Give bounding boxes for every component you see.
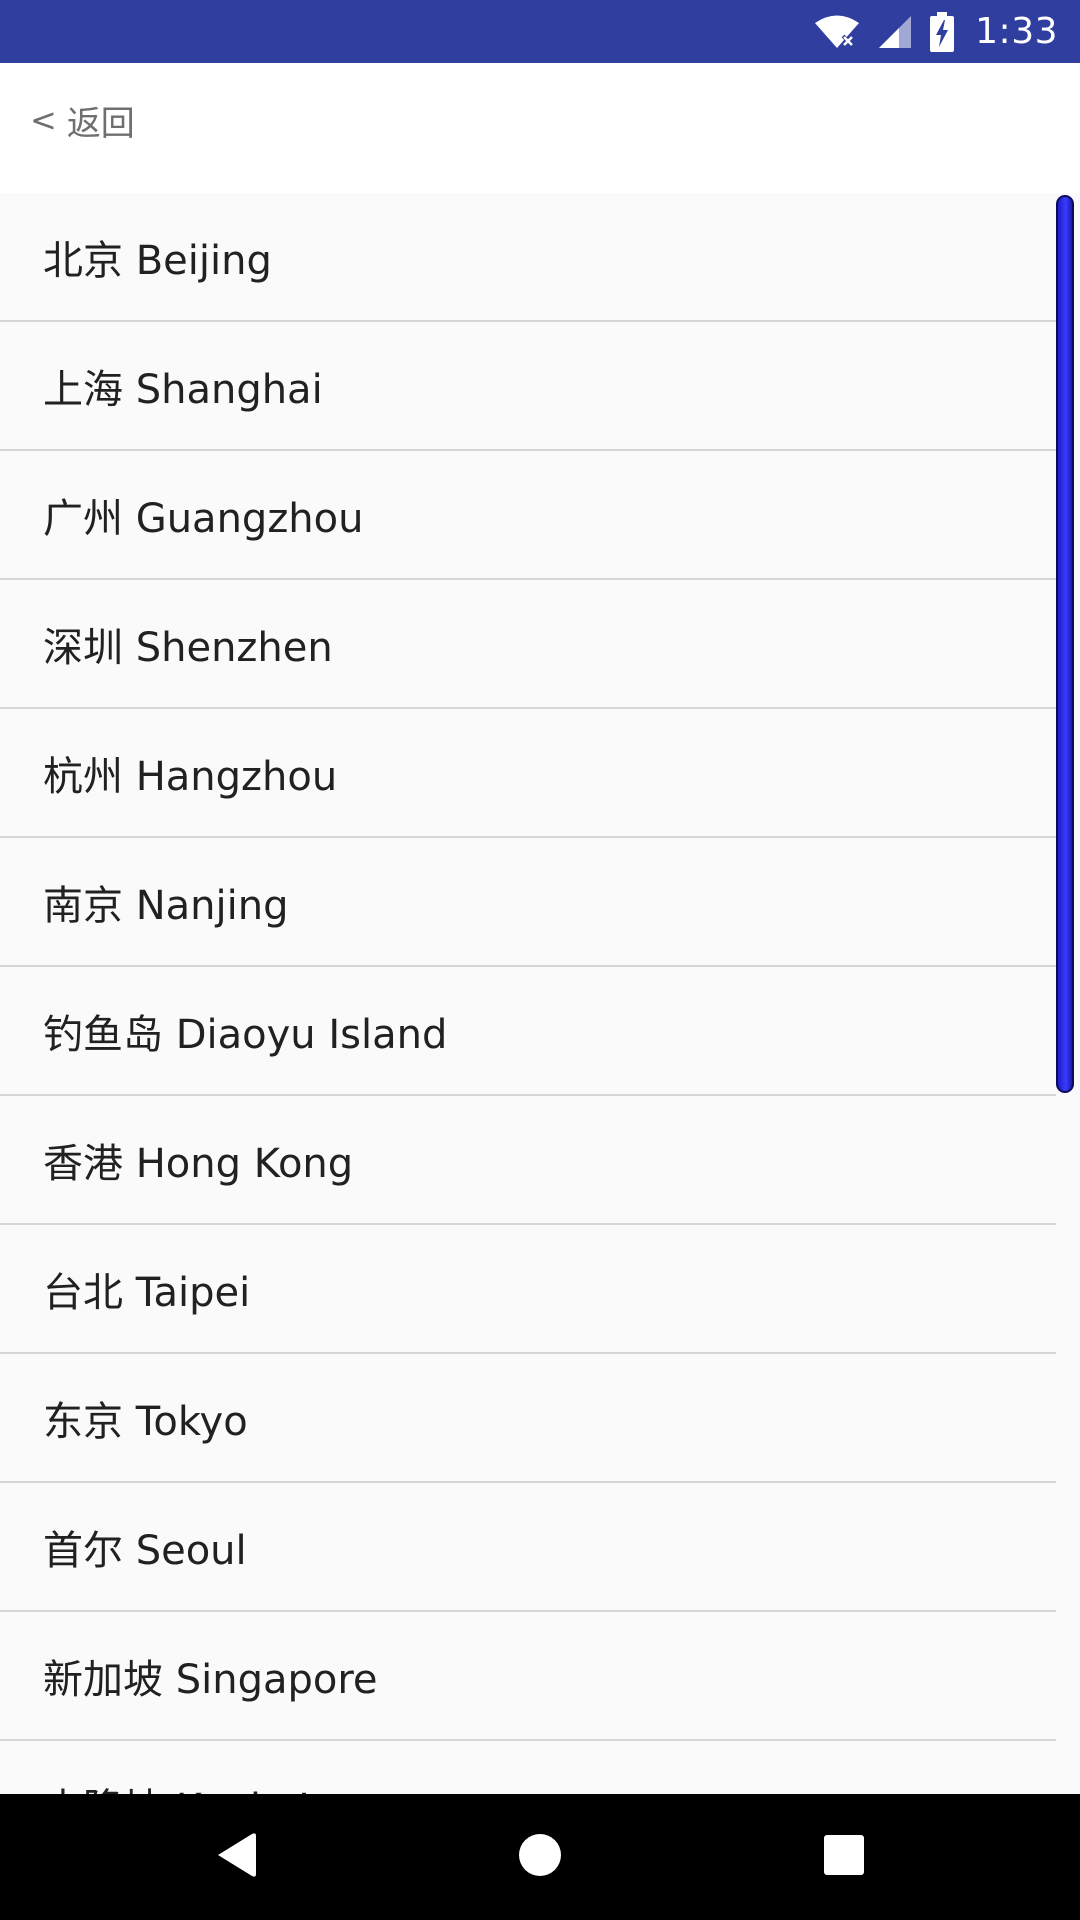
list-item-kuala-lumpur[interactable]: 吉隆坡 Kuala Lumpur [0,1741,1056,1794]
navigation-bar [0,1794,1080,1920]
list-item-label: 南京 Nanjing [43,882,289,929]
nav-back-button[interactable] [156,1794,316,1920]
list-item-diaoyu-island[interactable]: 钓鱼岛 Diaoyu Island [0,967,1056,1096]
list-item-nanjing[interactable]: 南京 Nanjing [0,838,1056,967]
back-chevron-icon: < [30,101,57,139]
recents-square-icon [823,1834,865,1880]
scrollbar-thumb[interactable] [1056,195,1074,1093]
list-item-label: 上海 Shanghai [43,366,323,413]
list-item-label: 杭州 Hangzhou [43,753,338,800]
list-item-tokyo[interactable]: 东京 Tokyo [0,1354,1056,1483]
list-item-guangzhou[interactable]: 广州 Guangzhou [0,451,1056,580]
nav-recents-button[interactable] [764,1794,924,1920]
list-item-label: 吉隆坡 Kuala Lumpur [43,1776,451,1795]
list-item-label: 深圳 Shenzhen [43,624,333,671]
list-item-label: 台北 Taipei [43,1269,251,1316]
list-item-beijing[interactable]: 北京 Beijing [0,193,1056,322]
list-item-label: 首尔 Seoul [43,1527,247,1574]
wifi-icon [813,14,861,50]
battery-charging-icon [929,11,955,52]
back-triangle-icon [214,1830,258,1884]
list-item-hong-kong[interactable]: 香港 Hong Kong [0,1096,1056,1225]
list-item-taipei[interactable]: 台北 Taipei [0,1225,1056,1354]
list-item-hangzhou[interactable]: 杭州 Hangzhou [0,709,1056,838]
header: < 返回 [0,63,1080,193]
back-label: 返回 [66,103,135,144]
list-item-seoul[interactable]: 首尔 Seoul [0,1483,1056,1612]
list-item-label: 香港 Hong Kong [43,1140,354,1187]
status-icons: 1:33 [813,0,1058,63]
list-item-label: 新加坡 Singapore [43,1656,378,1703]
cellular-signal-icon [877,14,913,50]
home-circle-icon [517,1832,563,1882]
list-item-shanghai[interactable]: 上海 Shanghai [0,322,1056,451]
list-item-label: 广州 Guangzhou [43,495,364,542]
list-item-label: 东京 Tokyo [43,1398,248,1445]
nav-home-button[interactable] [460,1794,620,1920]
back-button[interactable]: < 返回 [30,95,135,145]
city-list[interactable]: 北京 Beijing 上海 Shanghai 广州 Guangzhou 深圳 S… [0,193,1080,1794]
status-time: 1:33 [975,11,1058,52]
list-item-shenzhen[interactable]: 深圳 Shenzhen [0,580,1056,709]
city-list-content: 北京 Beijing 上海 Shanghai 广州 Guangzhou 深圳 S… [0,193,1056,1794]
status-bar: 1:33 [0,0,1080,63]
list-item-singapore[interactable]: 新加坡 Singapore [0,1612,1056,1741]
list-item-label: 北京 Beijing [43,237,272,284]
list-item-label: 钓鱼岛 Diaoyu Island [43,1011,448,1058]
